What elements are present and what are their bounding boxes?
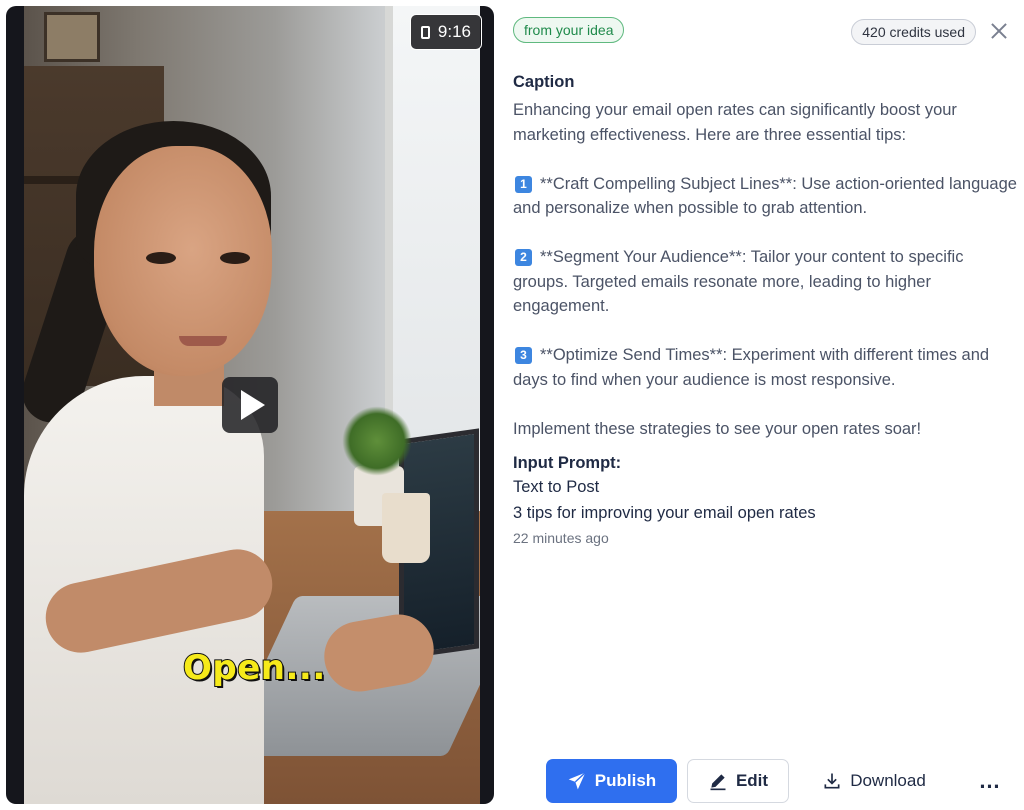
caption-tip: 2 **Segment Your Audience**: Tailor your … xyxy=(513,245,1018,319)
input-prompt-heading: Input Prompt: xyxy=(513,454,622,472)
aspect-ratio-badge[interactable]: 9:16 xyxy=(409,14,482,50)
number-2-icon: 2 xyxy=(515,249,532,266)
prompt-type: Text to Post xyxy=(513,478,600,496)
play-button[interactable] xyxy=(222,377,278,433)
more-options-button[interactable]: … xyxy=(966,759,1014,803)
close-icon[interactable] xyxy=(988,20,1010,42)
number-3-icon: 3 xyxy=(515,347,532,364)
action-bar: Publish Edit Download … xyxy=(546,759,1016,803)
caption-heading: Caption xyxy=(513,73,575,91)
download-button[interactable]: Download xyxy=(808,759,940,803)
aspect-ratio-label: 9:16 xyxy=(437,22,471,41)
publish-label: Publish xyxy=(594,771,657,790)
caption-text: Enhancing your email open rates can sign… xyxy=(513,98,1018,441)
tip-text: **Craft Compelling Subject Lines**: Use … xyxy=(513,174,1017,218)
caption-tip: 1 **Craft Compelling Subject Lines**: Use… xyxy=(513,172,1018,221)
source-badge: from your idea xyxy=(513,17,625,43)
play-icon xyxy=(241,390,265,420)
pencil-icon xyxy=(708,771,728,791)
aspect-ratio-icon xyxy=(420,25,430,39)
caption-tip: 3 **Optimize Send Times**: Experiment wit… xyxy=(513,343,1018,392)
timestamp: 22 minutes ago xyxy=(513,530,609,546)
credits-badge: 420 credits used xyxy=(851,19,976,45)
tip-text: **Segment Your Audience**: Tailor your c… xyxy=(513,248,964,315)
details-panel: from your idea 420 credits used Caption … xyxy=(513,16,1018,806)
download-label: Download xyxy=(850,771,926,790)
publish-button[interactable]: Publish xyxy=(546,759,677,803)
caption-intro: Enhancing your email open rates can sign… xyxy=(513,101,957,144)
download-icon xyxy=(822,771,842,791)
video-subtitle: Open... xyxy=(182,647,326,689)
more-icon: … xyxy=(978,768,1002,793)
edit-button[interactable]: Edit xyxy=(687,759,789,803)
number-1-icon: 1 xyxy=(515,175,532,193)
edit-label: Edit xyxy=(735,771,769,790)
video-preview[interactable]: 9:16 Open... xyxy=(6,6,494,804)
prompt-text: 3 tips for improving your email open rat… xyxy=(513,504,816,522)
caption-outro: Implement these strategies to see your o… xyxy=(513,419,922,438)
send-icon xyxy=(567,771,587,791)
tip-text: **Optimize Send Times**: Experiment with… xyxy=(513,346,990,389)
